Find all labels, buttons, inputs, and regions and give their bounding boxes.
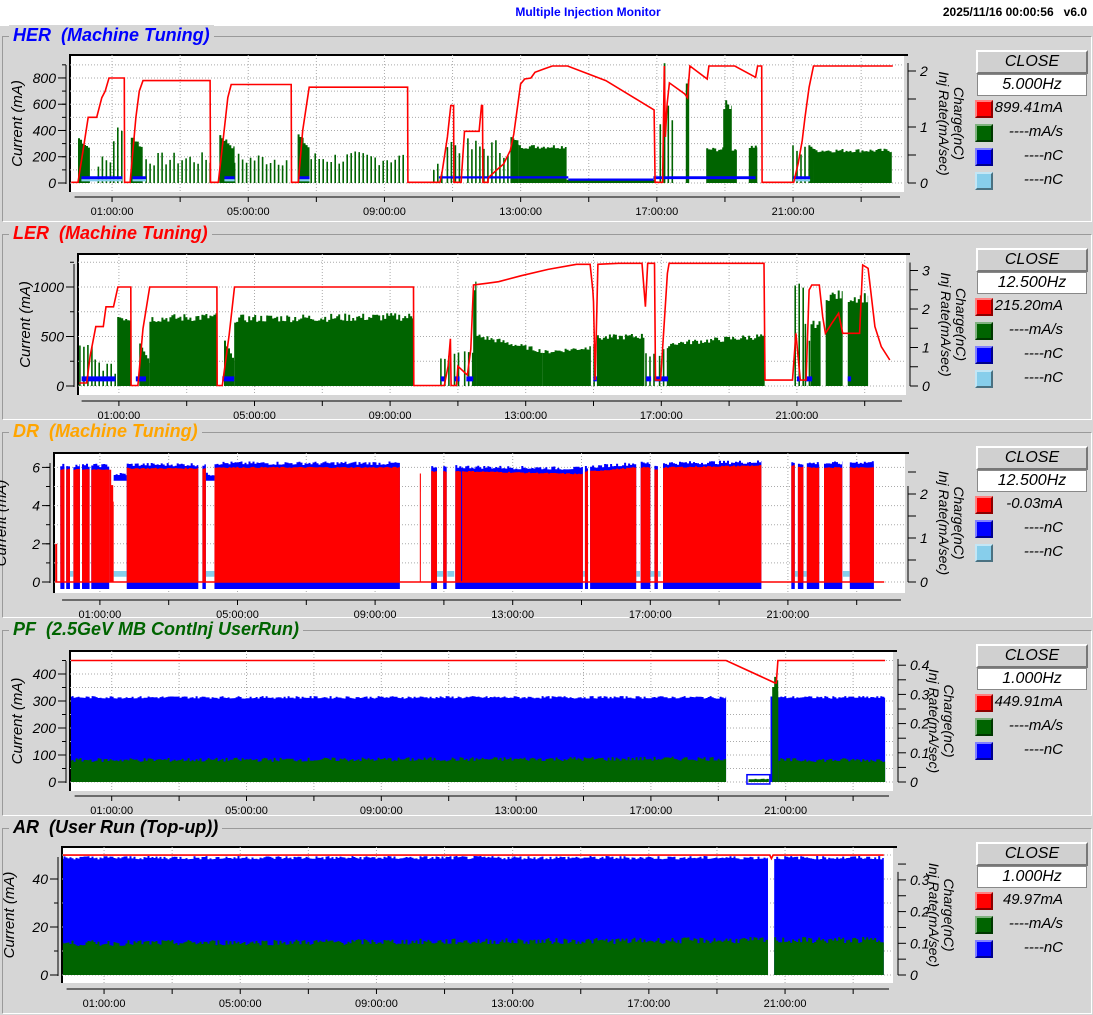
legend-swatch[interactable] xyxy=(975,916,993,934)
legend-item-current: 49.97mA xyxy=(975,891,1087,911)
legend-item-inj-rate: ----mA/s xyxy=(975,915,1087,935)
left-axis-title: Current (mA) xyxy=(1,872,18,959)
plot-marks xyxy=(63,854,884,975)
time-tick-label: 09:00:00 xyxy=(355,998,398,1010)
legend-swatch[interactable] xyxy=(975,892,993,910)
legend-value: ----mA/s xyxy=(1008,915,1063,932)
panel-ar: AR (User Run (Top-up)) 0 20 40 Current (mA) 0… xyxy=(1,817,1092,1014)
legend-value: ----nC xyxy=(1023,939,1063,956)
legend-swatch[interactable] xyxy=(975,940,993,958)
chart-ar: 02040Current (mA)00.10.20.3 Charge(nC)Inj… xyxy=(1,846,957,1010)
right-axis-title-inj-rate: Inj Rate(mA/sec) xyxy=(926,863,942,967)
time-tick-label: 21:00:00 xyxy=(764,998,807,1010)
time-tick-label: 17:00:00 xyxy=(627,998,670,1010)
close-button[interactable]: CLOSE xyxy=(976,842,1088,866)
time-tick-label: 13:00:00 xyxy=(491,998,534,1010)
right-tick-label: 0 xyxy=(910,967,918,983)
legend-value: 49.97mA xyxy=(1002,891,1063,908)
right-axis-title-charge: Charge(nC) xyxy=(941,878,957,951)
left-tick-label: 20 xyxy=(31,919,48,935)
legend-item-charge: ----nC xyxy=(975,939,1087,959)
left-tick-label: 40 xyxy=(32,871,48,887)
left-tick-label: 0 xyxy=(40,967,48,983)
frequency-field[interactable]: 1.000Hz xyxy=(977,866,1087,888)
time-tick-label: 01:00:00 xyxy=(83,998,126,1010)
time-tick-label: 05:00:00 xyxy=(219,998,262,1010)
